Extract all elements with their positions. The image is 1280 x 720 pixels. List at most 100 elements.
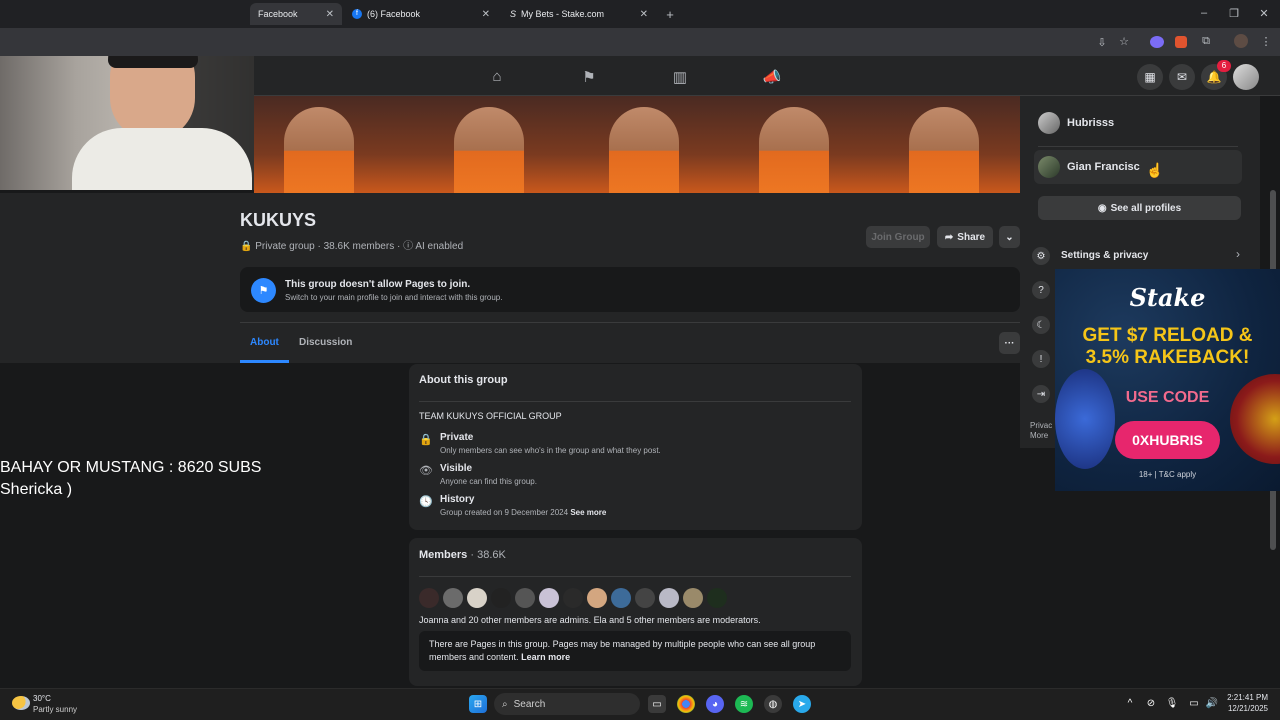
more-options-button[interactable]: ⌄ <box>999 226 1020 248</box>
volume-icon[interactable]: 🔊 <box>1204 698 1220 709</box>
clock-date[interactable]: 12/21/2025 <box>1224 704 1268 713</box>
stake-icon: S <box>510 9 517 19</box>
see-all-profiles-label: See all profiles <box>1110 202 1182 214</box>
account-avatar[interactable] <box>1233 64 1259 90</box>
profile-hubrisss[interactable]: Hubrisss <box>1067 117 1114 129</box>
ad-headline-line1: GET $7 RELOAD & <box>1082 325 1253 346</box>
extension-icon[interactable] <box>1175 36 1187 48</box>
avatar[interactable] <box>443 588 463 608</box>
close-icon[interactable]: ✕ <box>326 9 334 20</box>
group-name: KUKUYS <box>240 210 317 230</box>
browser-tab[interactable]: f (6) Facebook ✕ <box>344 3 498 25</box>
feedback-icon[interactable]: ! <box>1032 350 1050 368</box>
app-icon[interactable]: ◍ <box>764 695 782 713</box>
avatar[interactable] <box>563 588 583 608</box>
taskbar-search[interactable]: ⌕ Search <box>494 693 640 715</box>
join-group-button[interactable]: Join Group <box>866 226 930 248</box>
install-icon[interactable]: ⇩ <box>1094 36 1110 49</box>
tab-about[interactable]: About <box>250 337 279 348</box>
spotify-icon[interactable]: ≋ <box>735 695 753 713</box>
ai-status: AI enabled <box>415 241 464 252</box>
learn-more-link[interactable]: Learn more <box>521 652 570 662</box>
ad-headline: GET $7 RELOAD & 3.5% RAKEBACK! <box>1055 325 1280 369</box>
settings-privacy-item[interactable]: Settings & privacy <box>1061 250 1148 261</box>
close-window-icon[interactable]: ✕ <box>1256 7 1272 20</box>
tabs-more-button[interactable]: ··· <box>999 332 1020 354</box>
extensions-puzzle-icon[interactable]: ⧉ <box>1198 35 1214 48</box>
visible-title: Visible <box>440 463 473 474</box>
more-link[interactable]: More <box>1030 431 1048 440</box>
share-icon: ➦ <box>944 231 954 243</box>
history-desc: Group created on 9 December 2024 <box>440 508 569 517</box>
profile-gian-francisc[interactable]: Gian Francisc <box>1067 161 1140 173</box>
ads-megaphone-icon[interactable]: 📣 <box>762 68 782 86</box>
restore-icon[interactable]: ❐ <box>1226 7 1242 20</box>
display-moon-icon[interactable]: ☾ <box>1032 316 1050 334</box>
notification-count-badge: 6 <box>1217 60 1231 72</box>
avatar[interactable] <box>611 588 631 608</box>
kebab-menu-icon[interactable]: ⋮ <box>1258 35 1274 48</box>
overlay-subs-line: BAHAY OR MUSTANG : 8620 SUBS <box>0 459 262 476</box>
eye-icon: 👁 <box>419 465 433 477</box>
logout-icon[interactable]: ⇥ <box>1032 385 1050 403</box>
notice-title: This group doesn't allow Pages to join. <box>285 279 471 290</box>
avatar[interactable] <box>635 588 655 608</box>
ball-graphic <box>1055 369 1115 469</box>
pages-flag-icon[interactable]: ⚑ <box>579 68 599 86</box>
private-desc: Only members can see who's in the group … <box>440 446 661 455</box>
browser-tab[interactable]: Facebook ✕ <box>250 3 342 25</box>
divider <box>1038 146 1238 147</box>
privacy-link[interactable]: Privac <box>1030 421 1052 430</box>
microphone-icon[interactable]: 🎙 <box>1164 698 1180 709</box>
weather-temp[interactable]: 30°C <box>33 694 51 703</box>
extension-icon[interactable] <box>1150 36 1164 48</box>
dashboard-icon[interactable]: ▥ <box>670 68 690 86</box>
close-icon[interactable]: ✕ <box>482 9 490 20</box>
weather-sun-icon[interactable] <box>12 696 30 710</box>
new-tab-button[interactable]: + <box>662 7 678 22</box>
avatar[interactable] <box>491 588 511 608</box>
share-button[interactable]: ➦ Share <box>937 226 993 248</box>
avatar[interactable] <box>419 588 439 608</box>
visible-desc: Anyone can find this group. <box>440 477 537 486</box>
browser-tab[interactable]: S My Bets - Stake.com ✕ <box>502 3 656 25</box>
tray-chevron-icon[interactable]: ^ <box>1122 698 1138 709</box>
close-icon[interactable]: ✕ <box>640 9 648 20</box>
avatar[interactable] <box>539 588 559 608</box>
profile-avatar[interactable] <box>1234 34 1248 48</box>
divider <box>419 576 851 577</box>
task-view-icon[interactable]: ▭ <box>648 695 666 713</box>
see-all-profiles-button[interactable]: ◉ See all profiles <box>1038 196 1241 220</box>
discord-icon[interactable]: ◕ <box>706 695 724 713</box>
ad-code-button[interactable]: 0XHUBRIS <box>1115 421 1220 459</box>
private-title: Private <box>440 432 474 443</box>
about-description: TEAM KUKUYS OFFICIAL GROUP <box>419 411 562 421</box>
tray-icon[interactable]: ⊘ <box>1143 698 1159 709</box>
clock-time[interactable]: 2:21:41 PM <box>1224 693 1268 702</box>
avatar[interactable] <box>515 588 535 608</box>
tab-discussion[interactable]: Discussion <box>299 337 352 348</box>
pages-info-text: There are Pages in this group. Pages may… <box>429 638 841 664</box>
avatar[interactable] <box>707 588 727 608</box>
home-icon[interactable]: ⌂ <box>487 68 507 85</box>
mouse-cursor-icon: ☝ <box>1146 162 1164 178</box>
menu-grid-icon[interactable]: ▦ <box>1137 64 1163 90</box>
weather-desc[interactable]: Partly sunny <box>33 705 77 714</box>
help-icon[interactable]: ? <box>1032 281 1050 299</box>
network-icon[interactable]: ▭ <box>1186 698 1202 709</box>
avatar[interactable] <box>587 588 607 608</box>
profiles-icon: ◉ <box>1097 202 1107 214</box>
pages-text: There are Pages in this group. Pages may… <box>429 639 816 662</box>
chrome-icon[interactable] <box>677 695 695 713</box>
search-icon: ⌕ <box>502 698 508 710</box>
minimize-icon[interactable]: – <box>1196 7 1212 19</box>
bookmark-star-icon[interactable]: ☆ <box>1116 35 1132 48</box>
messenger-icon[interactable]: ✉ <box>1169 64 1195 90</box>
windows-start-icon[interactable]: ⊞ <box>469 695 487 713</box>
avatar[interactable] <box>659 588 679 608</box>
avatar[interactable] <box>683 588 703 608</box>
see-more-link[interactable]: See more <box>570 508 606 517</box>
telegram-icon[interactable]: ➤ <box>793 695 811 713</box>
avatar[interactable] <box>467 588 487 608</box>
settings-gear-icon: ⚙ <box>1032 247 1050 265</box>
